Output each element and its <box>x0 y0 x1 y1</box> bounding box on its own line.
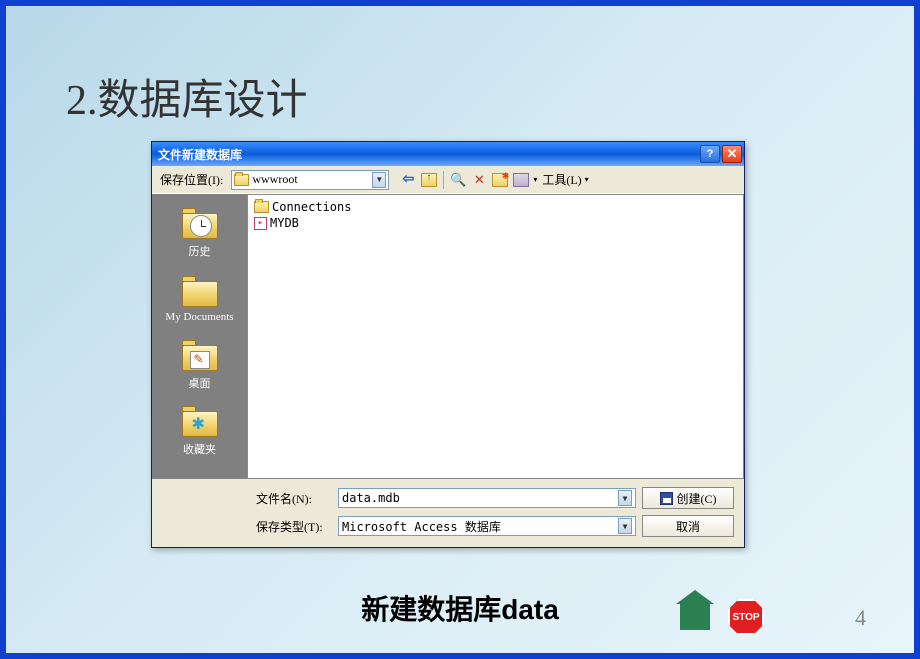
places-desktop[interactable]: 桌面 <box>158 332 242 398</box>
filetype-value: Microsoft Access 数据库 <box>342 518 501 535</box>
back-icon[interactable]: ⇦ <box>399 171 417 189</box>
page-number: 4 <box>855 605 866 631</box>
chevron-down-icon: ▼ <box>618 490 632 506</box>
file-dialog: 文件新建数据库 ? ✕ 保存位置(I): wwwroot ▼ ⇦ 🔍 ✕ ▾ 工… <box>151 141 745 548</box>
up-folder-icon[interactable] <box>420 171 438 189</box>
toolbar: 保存位置(I): wwwroot ▼ ⇦ 🔍 ✕ ▾ 工具(L) ▾ <box>152 166 744 194</box>
views-dropdown-arrow[interactable]: ▾ <box>533 175 537 184</box>
places-bar: 历史 My Documents 桌面 ✱ 收藏夹 <box>152 194 247 479</box>
file-name: MYDB <box>270 216 299 230</box>
filetype-select[interactable]: Microsoft Access 数据库 ▼ <box>338 516 636 536</box>
titlebar-text: 文件新建数据库 <box>158 146 698 163</box>
places-history[interactable]: 历史 <box>158 200 242 266</box>
database-icon: ▸ <box>254 217 267 230</box>
filename-input[interactable]: data.mdb ▼ <box>338 488 636 508</box>
home-icon[interactable] <box>680 604 710 630</box>
folder-icon <box>234 174 249 186</box>
search-icon[interactable]: 🔍 <box>449 171 467 189</box>
delete-icon[interactable]: ✕ <box>470 171 488 189</box>
slide-title: 2.数据库设计 <box>66 66 308 127</box>
close-button[interactable]: ✕ <box>722 145 742 163</box>
titlebar[interactable]: 文件新建数据库 ? ✕ <box>152 142 744 166</box>
dialog-bottom: 文件名(N): data.mdb ▼ 创建(C) 保存类型(T): Micros… <box>152 479 744 547</box>
create-button-label: 创建(C) <box>677 490 717 507</box>
places-history-label: 历史 <box>189 243 211 259</box>
cancel-button[interactable]: 取消 <box>642 515 734 537</box>
slide-caption: 新建数据库data <box>6 588 914 628</box>
create-button[interactable]: 创建(C) <box>642 487 734 509</box>
views-icon[interactable] <box>512 171 530 189</box>
places-mydocs[interactable]: My Documents <box>158 266 242 332</box>
file-list[interactable]: Connections ▸ MYDB <box>247 194 744 479</box>
folder-icon <box>254 201 269 213</box>
list-item[interactable]: Connections <box>254 199 737 215</box>
save-icon <box>660 492 673 505</box>
tools-menu[interactable]: 工具(L) <box>542 171 581 188</box>
stop-icon[interactable]: STOP <box>728 599 764 635</box>
places-desktop-label: 桌面 <box>189 375 211 391</box>
list-item[interactable]: ▸ MYDB <box>254 215 737 231</box>
filename-label: 文件名(N): <box>256 490 332 507</box>
filename-value: data.mdb <box>342 491 400 505</box>
filetype-label: 保存类型(T): <box>256 518 332 535</box>
tools-dropdown-arrow[interactable]: ▾ <box>585 175 589 184</box>
save-location-select[interactable]: wwwroot ▼ <box>231 170 389 190</box>
places-favorites[interactable]: ✱ 收藏夹 <box>158 398 242 464</box>
places-mydocs-label: My Documents <box>165 311 233 323</box>
new-folder-icon[interactable] <box>491 171 509 189</box>
separator <box>443 171 444 189</box>
help-button[interactable]: ? <box>700 145 720 163</box>
chevron-down-icon: ▼ <box>372 172 386 188</box>
save-location-value: wwwroot <box>252 172 297 187</box>
places-favorites-label: 收藏夹 <box>183 441 216 457</box>
chevron-down-icon: ▼ <box>618 518 632 534</box>
cancel-button-label: 取消 <box>676 518 700 535</box>
save-location-label: 保存位置(I): <box>160 171 223 188</box>
file-name: Connections <box>272 200 351 214</box>
